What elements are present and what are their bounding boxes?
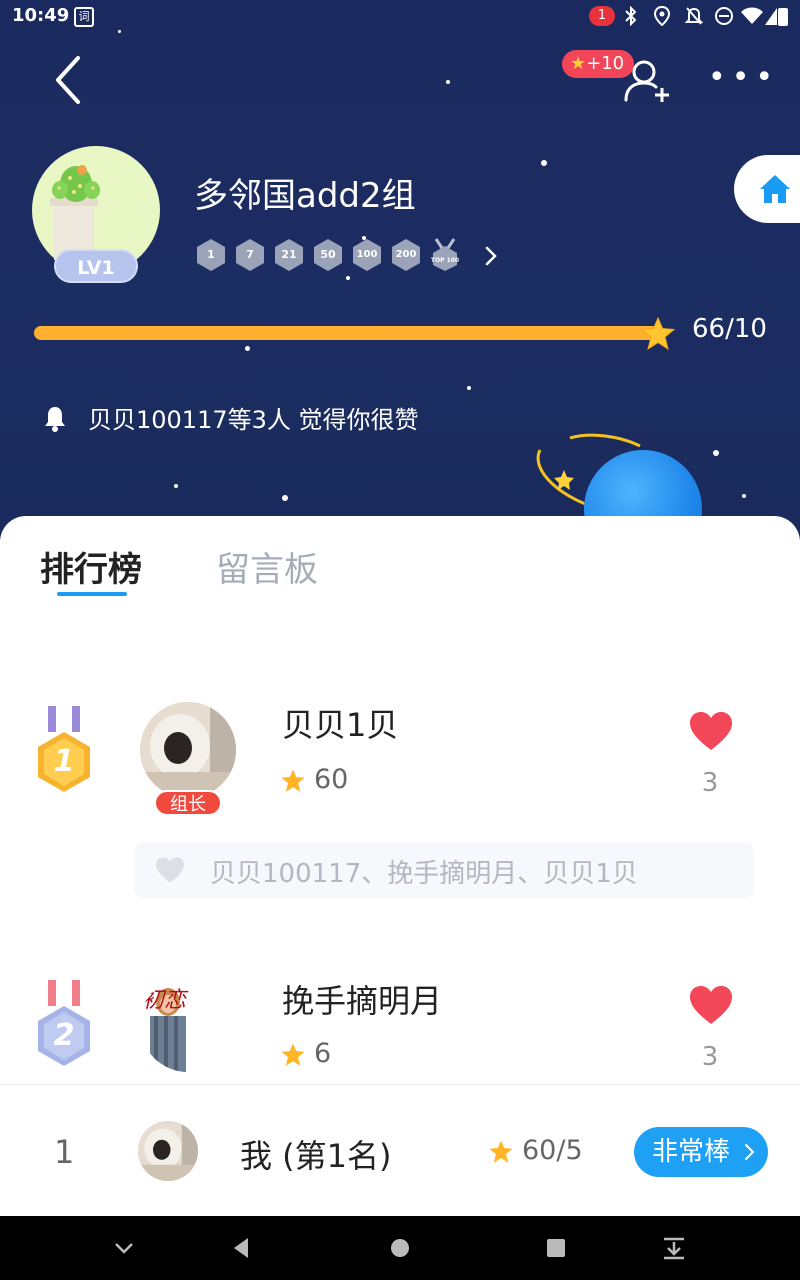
medal-7-label: 7 [246, 248, 254, 261]
member-name: 挽手摘明月 [282, 982, 443, 1020]
heart-icon[interactable] [688, 710, 734, 752]
medal-200-label: 200 [395, 249, 417, 260]
group-name: 多邻国add2组 [194, 176, 416, 216]
like-count: 3 [701, 768, 719, 798]
medal-200: 200 [391, 238, 421, 272]
location-icon [654, 6, 670, 26]
chevron-down-icon[interactable] [110, 1234, 138, 1262]
medal-top100-label: TOP 100 [430, 257, 460, 264]
home-icon [760, 175, 790, 203]
home-nav-icon[interactable] [386, 1234, 414, 1262]
reward-badge-label: +10 [586, 53, 625, 74]
wifi-icon [741, 7, 763, 24]
chevron-right-icon [745, 1144, 755, 1160]
sky-star [174, 484, 178, 488]
progress-text: 66/10 [692, 314, 767, 344]
leader-tag: 组长 [154, 790, 222, 816]
signal-icon [765, 8, 777, 25]
status-time: 10:49 [12, 5, 70, 26]
sky-star [282, 495, 288, 501]
sky-star [245, 346, 250, 351]
back-nav-icon[interactable] [228, 1234, 256, 1262]
progress-star-icon [640, 316, 676, 351]
bluetooth-icon [625, 6, 637, 26]
reward-star-icon: ★ [570, 53, 587, 74]
system-nav-bar [0, 1216, 800, 1280]
medal-100: 100 [352, 238, 382, 272]
likers-names: 贝贝100117、挽手摘明月、贝贝1贝 [210, 859, 638, 889]
member-name: 贝贝1贝 [282, 706, 399, 744]
dictionary-app-icon: 词 [74, 7, 94, 27]
dnd-icon [715, 7, 733, 25]
battery-icon [778, 8, 788, 26]
score-star-icon [281, 1043, 305, 1066]
level-progress-bar [34, 326, 660, 340]
heart-icon[interactable] [688, 984, 734, 1026]
sky-star [446, 80, 450, 84]
sky-star [541, 160, 547, 166]
medal-top100: TOP 100 [430, 238, 460, 272]
member-score: 6 [314, 1038, 332, 1069]
my-rank-number: 1 [54, 1133, 75, 1171]
medal-7: 7 [235, 238, 265, 272]
heart-outline-icon [156, 857, 184, 883]
rank-number: 2 [53, 1018, 75, 1053]
avatar[interactable]: 初恋 [140, 976, 236, 1072]
bell-off-icon [685, 7, 703, 25]
medal-1-label: 1 [207, 248, 215, 261]
score-star-icon [489, 1140, 513, 1163]
level-badge: LV1 [54, 249, 138, 283]
my-rank-bar: 1 我 (第1名) 60/5 非常棒 [0, 1084, 800, 1216]
score-star-icon [281, 769, 305, 792]
member-score: 60 [314, 764, 349, 795]
avatar[interactable] [140, 702, 236, 798]
my-name: 我 (第1名) [240, 1137, 392, 1175]
sky-star [742, 494, 746, 498]
sky-star [467, 386, 471, 390]
avatar-caption: 初恋 [142, 988, 187, 1013]
back-button[interactable] [48, 52, 88, 108]
recents-nav-icon[interactable] [542, 1234, 570, 1262]
more-menu-button[interactable]: ••• [708, 63, 773, 93]
likers-list: 贝贝100117、挽手摘明月、贝贝1贝 [134, 842, 754, 898]
tab-message-board[interactable]: 留言板 [216, 542, 318, 591]
medal-50-label: 50 [320, 248, 336, 261]
home-button[interactable] [734, 155, 800, 223]
tab-active-indicator [57, 592, 127, 596]
sky-star [346, 276, 350, 280]
notification-shade-icon[interactable] [660, 1234, 688, 1262]
notification-count-badge: 1 [589, 6, 615, 26]
medal-1: 1 [196, 238, 226, 272]
medal-21: 21 [274, 238, 304, 272]
group-header: 10:49 词 1 ★+10 ••• LV1 多邻国add2组 1 7 21 5… [0, 0, 800, 540]
tab-leaderboard[interactable]: 排行榜 [40, 542, 142, 591]
my-score: 60/5 [522, 1135, 583, 1166]
medal-21-label: 21 [281, 248, 297, 261]
likes-notice[interactable]: 贝贝100117等3人 觉得你很赞 [88, 400, 419, 435]
my-avatar[interactable] [138, 1121, 198, 1181]
bell-icon [45, 407, 65, 432]
great-button[interactable]: 非常棒 [634, 1127, 768, 1177]
rank-number: 1 [53, 744, 75, 779]
add-member-button[interactable] [620, 56, 672, 104]
great-button-label: 非常棒 [652, 1137, 731, 1167]
like-count: 3 [701, 1042, 719, 1072]
medal-50: 50 [313, 238, 343, 272]
medal-100-label: 100 [356, 249, 378, 260]
status-bar: 10:49 词 1 [0, 0, 800, 34]
chevron-right-icon[interactable] [482, 244, 500, 268]
